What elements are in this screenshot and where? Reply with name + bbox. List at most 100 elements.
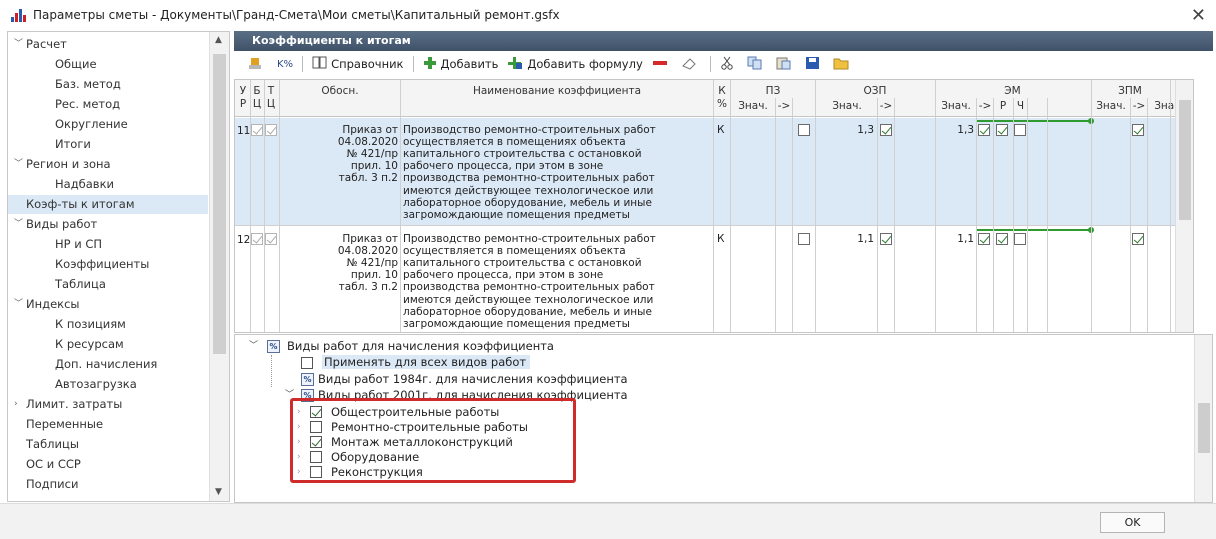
chevron-down-icon[interactable]: ﹀ (249, 339, 258, 354)
col-header-pz[interactable]: ПЗ (731, 85, 815, 98)
sidebar-item[interactable]: Надбавки (8, 175, 208, 194)
sidebar-item[interactable]: Доп. начисления (8, 355, 208, 374)
save-button[interactable] (805, 54, 824, 74)
delete-button[interactable] (652, 54, 672, 74)
sidebar-item[interactable]: Округление (8, 115, 208, 134)
ozp-arrow-checkbox[interactable] (880, 124, 892, 136)
sidebar-item[interactable]: › Лимит. затраты (8, 395, 208, 414)
sidebar-item[interactable]: Рес. метод (8, 95, 208, 114)
sidebar-item[interactable]: Автозагрузка (8, 375, 208, 394)
em-ch-checkbox[interactable] (1014, 124, 1026, 136)
t-checkbox[interactable] (265, 124, 277, 136)
col-header-em[interactable]: ЭМ (935, 85, 1090, 98)
clear-button[interactable] (681, 54, 701, 74)
pz-arrow-checkbox[interactable] (798, 124, 810, 136)
pz-arrow-checkbox[interactable] (798, 233, 810, 245)
apply-all-node[interactable]: Применять для всех видов работ (301, 355, 531, 370)
ozp-arrow-checkbox[interactable] (880, 233, 892, 245)
cut-button[interactable] (720, 54, 738, 74)
em-p-checkbox[interactable] (996, 233, 1008, 245)
grid-scroll-thumb[interactable] (1179, 100, 1191, 220)
reference-button[interactable]: Справочник (312, 54, 404, 74)
chevron-right-icon[interactable]: › (14, 395, 18, 414)
col-header-u[interactable]: У (237, 85, 249, 98)
sidebar-item[interactable]: Таблица (8, 275, 208, 294)
zpm-arrow-checkbox[interactable] (1132, 233, 1144, 245)
grid-column-divider (1047, 98, 1048, 332)
chevron-down-icon[interactable]: ﹀ (14, 155, 23, 174)
table-row[interactable]: 11 Приказ от 04.08.2020 № 421/пр прил. 10 таб… (235, 118, 1193, 226)
em-p-checkbox[interactable] (996, 124, 1008, 136)
coefficient-name-line: производства ремонтно-строительных работ (403, 172, 655, 185)
open-button[interactable] (833, 54, 854, 74)
tree-scroll-thumb[interactable] (1198, 403, 1210, 453)
eraser-icon (681, 56, 697, 73)
grid-column-divider (730, 80, 731, 332)
folder-icon (833, 56, 850, 73)
add-formula-button[interactable]: Добавить формулу (507, 54, 643, 74)
em-arrow-checkbox[interactable] (978, 233, 990, 245)
table-row[interactable]: 12 Приказ от 04.08.2020 № 421/пр прил. 10 таб… (235, 227, 1193, 332)
add-button[interactable]: Добавить (423, 54, 498, 74)
sidebar-item[interactable]: Коэф-ты к итогам (8, 195, 208, 214)
apply-all-checkbox[interactable] (301, 356, 313, 369)
scroll-down-icon[interactable]: ▼ (215, 487, 222, 497)
copy-icon (747, 56, 763, 73)
em-ch-checkbox[interactable] (1014, 233, 1026, 245)
col-header-t[interactable]: Т (265, 85, 277, 98)
col-header-ozp[interactable]: ОЗП (816, 85, 934, 98)
chevron-down-icon[interactable]: ﹀ (14, 215, 23, 234)
k-percent-button[interactable]: K% (277, 54, 293, 74)
b-checkbox[interactable] (251, 124, 263, 136)
close-icon[interactable]: ✕ (1191, 5, 1206, 26)
toolbar: K% Справочник Добавить Добавить формулу (234, 52, 1213, 76)
sidebar-item[interactable]: К ресурсам (8, 335, 208, 354)
sidebar-item[interactable]: Итоги (8, 135, 208, 154)
sidebar-item[interactable]: НР и СП (8, 235, 208, 254)
copy-button[interactable] (747, 54, 767, 74)
col-header-zpm[interactable]: ЗПМ (1091, 85, 1169, 98)
sidebar-item[interactable]: Таблицы (8, 435, 208, 454)
sidebar-item[interactable]: К позициям (8, 315, 208, 334)
nav-scrollbar[interactable]: ▲ ▼ (209, 32, 229, 501)
sidebar-item-label: Подписи (26, 477, 79, 491)
grid-scrollbar[interactable] (1175, 80, 1193, 332)
obosn-line: прил. 10 (350, 160, 398, 173)
vr1984-node[interactable]: % Виды работ 1984г. для начисления коэффи… (301, 372, 628, 387)
col-header-name[interactable]: Наименование коэффициента (401, 85, 713, 98)
formula-icon (507, 56, 523, 73)
sidebar-item[interactable]: Переменные (8, 415, 208, 434)
grid-column-divider (250, 80, 251, 332)
col-subheader: -> (1132, 100, 1146, 112)
obosn-line: № 421/пр (346, 257, 398, 270)
ok-button[interactable]: OK (1100, 512, 1165, 533)
t-checkbox[interactable] (265, 233, 277, 245)
col-header-obosn[interactable]: Обосн. (280, 85, 400, 98)
scroll-up-icon[interactable]: ▲ (215, 35, 222, 45)
b-checkbox[interactable] (251, 233, 263, 245)
chevron-down-icon[interactable]: ﹀ (14, 35, 23, 54)
sidebar-item[interactable]: Общие (8, 55, 208, 74)
zpm-arrow-checkbox[interactable] (1132, 124, 1144, 136)
obosn-line: Приказ от (342, 233, 398, 245)
plus-icon (423, 56, 437, 73)
sidebar-item[interactable]: ﹀ Виды работ (8, 215, 208, 234)
sidebar-item[interactable]: ОС и ССР (8, 455, 208, 474)
coefficient-name-line: загромождающие помещения предметы (403, 317, 630, 330)
nav-scroll-thumb[interactable] (213, 54, 226, 354)
edit-button[interactable] (248, 54, 268, 74)
sidebar-item[interactable]: ﹀ Регион и зона (8, 155, 208, 174)
sidebar-item[interactable]: Баз. метод (8, 75, 208, 94)
chevron-down-icon[interactable]: ﹀ (14, 295, 23, 314)
sidebar-item[interactable]: ﹀ Индексы (8, 295, 208, 314)
col-header-b[interactable]: Б (251, 85, 263, 98)
toolbar-separator (302, 56, 304, 72)
sidebar-item[interactable]: ﹀ Расчет (8, 35, 208, 54)
col-header-k[interactable]: К (714, 85, 730, 98)
em-arrow-checkbox[interactable] (978, 124, 990, 136)
paste-icon (776, 56, 792, 73)
sidebar-item[interactable]: Коэффициенты (8, 255, 208, 274)
paste-button[interactable] (776, 54, 796, 74)
sidebar-item[interactable]: Подписи (8, 475, 208, 494)
tree-scrollbar[interactable] (1194, 335, 1212, 502)
